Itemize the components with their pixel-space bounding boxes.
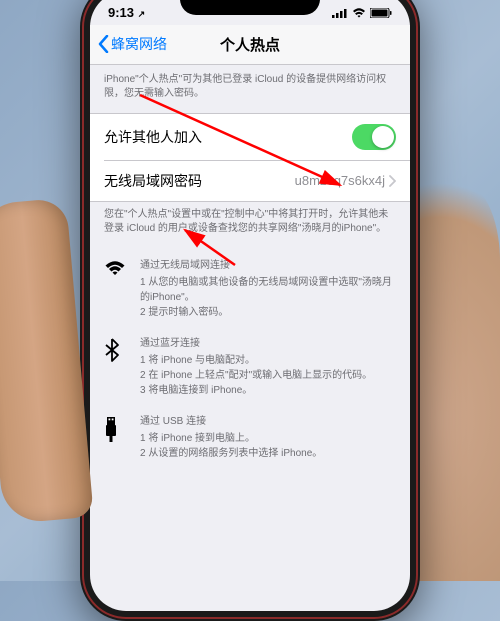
header-description: iPhone"个人热点"可为其他已登录 iCloud 的设备提供网络访问权限，您… [90, 65, 410, 113]
wifi-password-label: 无线局域网密码 [104, 171, 202, 191]
method-bt-step1: 1 将 iPhone 与电脑配对。 [140, 353, 372, 368]
battery-icon [370, 8, 392, 18]
method-wifi-step1: 1 从您的电脑或其他设备的无线局域网设置中选取"汤晓月的iPhone"。 [140, 275, 396, 305]
method-wifi-title: 通过无线局域网连接 [140, 258, 396, 273]
method-bt-step3: 3 将电脑连接到 iPhone。 [140, 383, 372, 398]
method-bt-step2: 2 在 iPhone 上轻点"配对"或输入电脑上显示的代码。 [140, 368, 372, 383]
chevron-right-icon [389, 175, 396, 187]
method-wifi: 通过无线局域网连接 1 从您的电脑或其他设备的无线局域网设置中选取"汤晓月的iP… [90, 250, 410, 328]
wifi-password-value: u8mzeq7s6kx4j [295, 173, 385, 188]
signal-icon [332, 8, 348, 18]
wifi-icon [352, 8, 366, 18]
page-title: 个人热点 [220, 34, 280, 55]
usb-method-icon [104, 414, 128, 461]
method-bluetooth: 通过蓝牙连接 1 将 iPhone 与电脑配对。 2 在 iPhone 上轻点"… [90, 328, 410, 406]
status-right [332, 8, 392, 18]
bluetooth-method-icon [104, 336, 128, 398]
method-wifi-step2: 2 提示时输入密码。 [140, 305, 396, 320]
back-label: 蜂窝网络 [111, 34, 167, 54]
wifi-method-icon [104, 258, 128, 320]
method-usb-step2: 2 从设置的网络服务列表中选择 iPhone。 [140, 446, 322, 461]
allow-others-row[interactable]: 允许其他人加入 [90, 114, 410, 160]
method-usb: 通过 USB 连接 1 将 iPhone 接到电脑上。 2 从设置的网络服务列表… [90, 406, 410, 469]
footer-description: 您在"个人热点"设置中或在"控制中心"中将其打开时，允许其他未登录 iCloud… [90, 202, 410, 250]
nav-bar: 蜂窝网络 个人热点 [90, 25, 410, 65]
method-usb-title: 通过 USB 连接 [140, 414, 322, 429]
back-button[interactable]: 蜂窝网络 [98, 34, 167, 54]
wifi-password-row[interactable]: 无线局域网密码 u8mzeq7s6kx4j [104, 160, 410, 201]
allow-others-label: 允许其他人加入 [104, 127, 202, 147]
method-bt-title: 通过蓝牙连接 [140, 336, 372, 351]
method-usb-step1: 1 将 iPhone 接到电脑上。 [140, 431, 322, 446]
chevron-left-icon [98, 35, 109, 53]
status-time: 9:13 ↗ [108, 5, 145, 20]
allow-others-toggle[interactable] [352, 124, 396, 150]
settings-group: 允许其他人加入 无线局域网密码 u8mzeq7s6kx4j [90, 113, 410, 202]
